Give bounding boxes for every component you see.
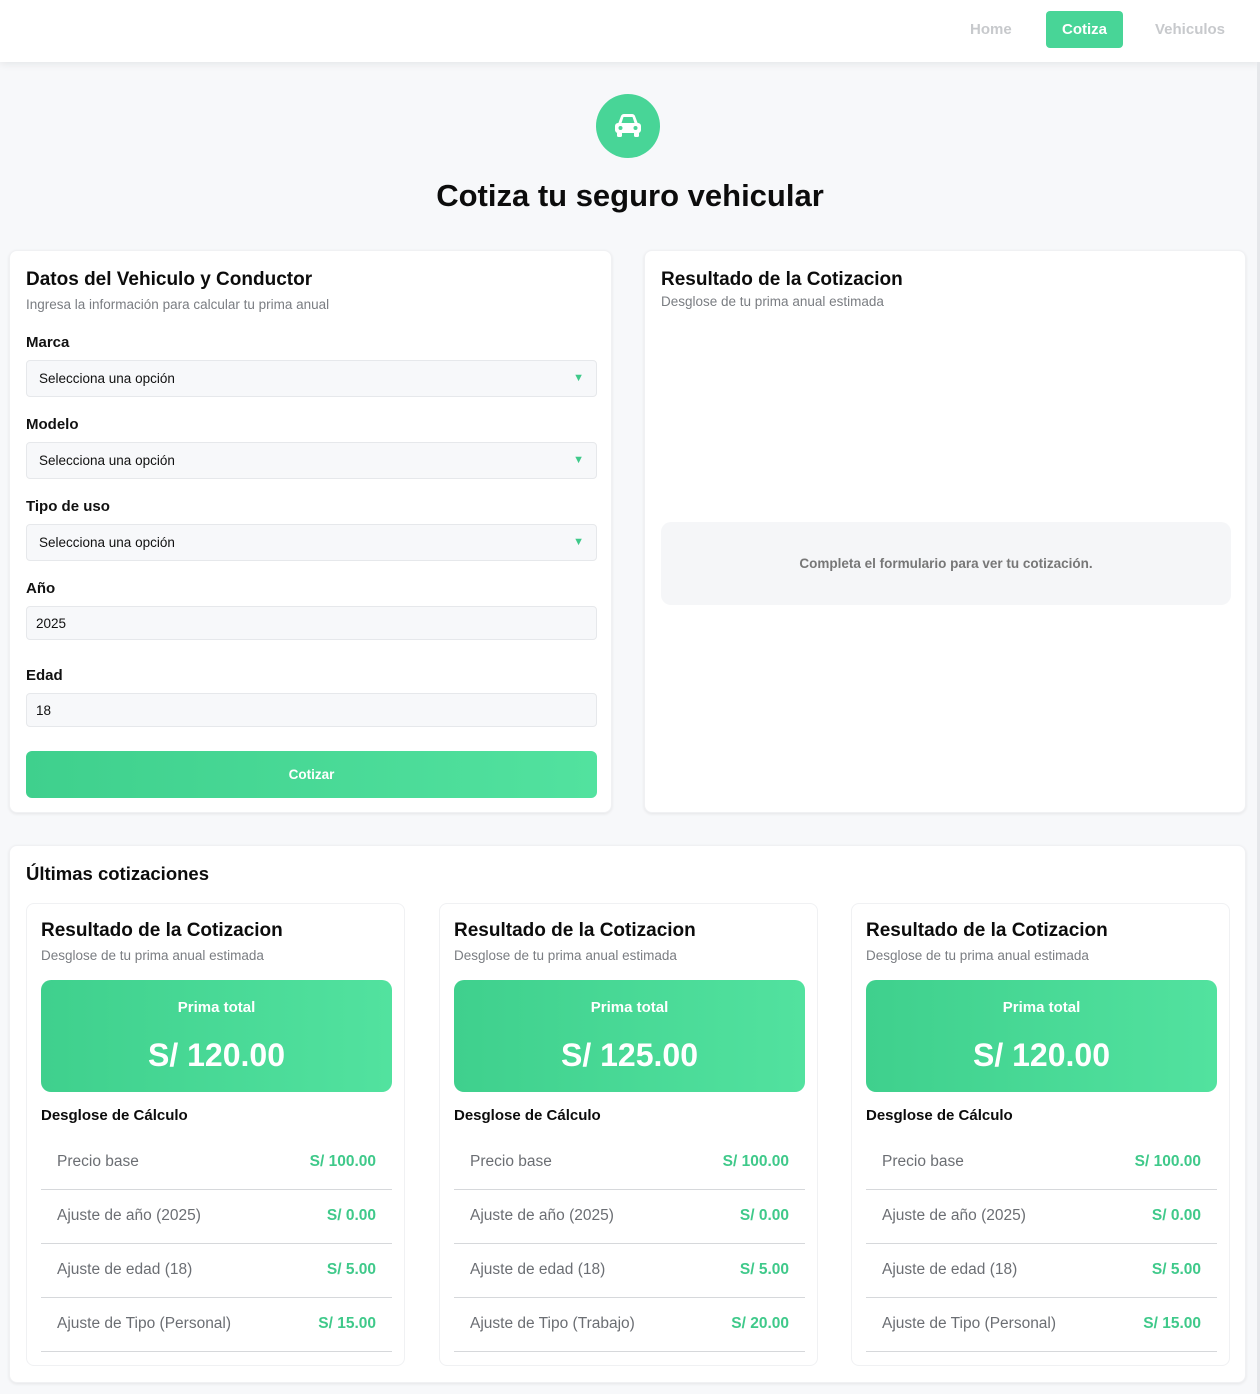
breakdown-value: S/ 15.00 [318,1315,376,1332]
breakdown-label: Precio base [470,1153,552,1170]
empty-result-message: Completa el formulario para ver tu cotiz… [661,522,1231,605]
quote-card: Resultado de la Cotizacion Desglose de t… [851,903,1230,1366]
breakdown-label: Ajuste de Tipo (Personal) [882,1315,1057,1332]
total-label: Prima total [177,999,256,1016]
total-label: Prima total [1002,999,1081,1016]
breakdown-label: Ajuste de edad (18) [470,1261,606,1278]
breakdown-value: S/ 0.00 [326,1207,376,1224]
breakdown-value: S/ 100.00 [1134,1153,1201,1170]
breakdown-label: Ajuste de año (2025) [470,1207,614,1224]
breakdown-label: Ajuste de edad (18) [882,1261,1018,1278]
edad-input[interactable] [26,693,597,727]
total-premium-box: Prima total S/ 125.00 [454,980,805,1092]
anio-input[interactable] [26,606,597,640]
form-title: Datos del Vehiculo y Conductor [26,269,313,290]
modelo-select-value: Selecciona una opción [39,453,175,468]
breakdown-row: Precio base S/ 100.00 [454,1136,805,1190]
quote-card-title: Resultado de la Cotizacion [41,920,283,941]
quote-card-subtitle: Desglose de tu prima anual estimada [866,948,1089,963]
breakdown-row: Ajuste de Tipo (Personal) S/ 15.00 [41,1298,392,1352]
nav-home[interactable]: Home [954,11,1028,48]
recent-quotes-title: Últimas cotizaciones [26,863,210,884]
breakdown-row: Ajuste de edad (18) S/ 5.00 [41,1244,392,1298]
nav-vehiculos[interactable]: Vehiculos [1139,11,1241,48]
anio-label: Año [26,580,56,597]
breakdown-label: Precio base [882,1153,964,1170]
breakdown-value: S/ 5.00 [1151,1261,1201,1278]
top-navbar: Home Cotiza Vehiculos [0,0,1260,62]
total-amount: S/ 120.00 [148,1037,285,1073]
breakdown-value: S/ 5.00 [326,1261,376,1278]
marca-select[interactable]: Selecciona una opción ▼ [26,360,597,397]
breakdown-title: Desglose de Cálculo [41,1107,188,1124]
tipo-uso-select-value: Selecciona una opción [39,535,175,550]
breakdown-value: S/ 0.00 [739,1207,789,1224]
modelo-label: Modelo [26,416,79,433]
breakdown-row: Ajuste de edad (18) S/ 5.00 [866,1244,1217,1298]
breakdown-value: S/ 0.00 [1151,1207,1201,1224]
breakdown-label: Ajuste de año (2025) [882,1207,1026,1224]
page-title: Cotiza tu seguro vehicular [436,178,824,213]
breakdown-row: Ajuste de Tipo (Trabajo) S/ 20.00 [454,1298,805,1352]
breakdown-value: S/ 20.00 [731,1315,789,1332]
breakdown-row: Ajuste de año (2025) S/ 0.00 [41,1190,392,1244]
form-subtitle: Ingresa la información para calcular tu … [26,297,330,312]
breakdown-value: S/ 5.00 [739,1261,789,1278]
breakdown-row: Ajuste de año (2025) S/ 0.00 [454,1190,805,1244]
marca-label: Marca [26,334,70,351]
breakdown-label: Ajuste de año (2025) [57,1207,201,1224]
quote-card-title: Resultado de la Cotizacion [454,920,696,941]
tipo-uso-select[interactable]: Selecciona una opción ▼ [26,524,597,561]
breakdown-value: S/ 15.00 [1143,1315,1201,1332]
quote-card-title: Resultado de la Cotizacion [866,920,1108,941]
cotizar-button[interactable]: Cotizar [26,751,597,798]
result-subtitle: Desglose de tu prima anual estimada [661,294,884,309]
total-premium-box: Prima total S/ 120.00 [41,980,392,1092]
breakdown-row: Precio base S/ 100.00 [41,1136,392,1190]
nav-cotiza[interactable]: Cotiza [1046,11,1123,48]
quote-card: Resultado de la Cotizacion Desglose de t… [26,903,405,1366]
breakdown-row: Ajuste de año (2025) S/ 0.00 [866,1190,1217,1244]
quote-card-subtitle: Desglose de tu prima anual estimada [454,948,677,963]
breakdown-title: Desglose de Cálculo [454,1107,601,1124]
breakdown-label: Ajuste de edad (18) [57,1261,193,1278]
breakdown-row: Ajuste de Tipo (Personal) S/ 15.00 [866,1298,1217,1352]
breakdown-value: S/ 100.00 [722,1153,789,1170]
marca-select-value: Selecciona una opción [39,371,175,386]
edad-label: Edad [26,667,63,684]
breakdown-value: S/ 100.00 [309,1153,376,1170]
car-icon [596,94,660,158]
result-card: Resultado de la Cotizacion Desglose de t… [644,250,1246,813]
result-title: Resultado de la Cotizacion [661,269,903,290]
quote-card: Resultado de la Cotizacion Desglose de t… [439,903,818,1366]
tipo-uso-label: Tipo de uso [26,498,110,515]
breakdown-label: Ajuste de Tipo (Trabajo) [470,1315,635,1332]
chevron-down-icon: ▼ [573,454,584,466]
breakdown-row: Ajuste de edad (18) S/ 5.00 [454,1244,805,1298]
chevron-down-icon: ▼ [573,372,584,384]
breakdown-label: Ajuste de Tipo (Personal) [57,1315,232,1332]
total-label: Prima total [590,999,669,1016]
total-premium-box: Prima total S/ 120.00 [866,980,1217,1092]
recent-quotes-section: Últimas cotizaciones Resultado de la Cot… [9,845,1246,1383]
breakdown-title: Desglose de Cálculo [866,1107,1013,1124]
total-amount: S/ 125.00 [561,1037,698,1073]
vehicle-form-card: Datos del Vehiculo y Conductor Ingresa l… [9,250,612,813]
modelo-select[interactable]: Selecciona una opción ▼ [26,442,597,479]
breakdown-label: Precio base [57,1153,139,1170]
total-amount: S/ 120.00 [973,1037,1110,1073]
chevron-down-icon: ▼ [573,536,584,548]
breakdown-row: Precio base S/ 100.00 [866,1136,1217,1190]
quote-card-subtitle: Desglose de tu prima anual estimada [41,948,264,963]
